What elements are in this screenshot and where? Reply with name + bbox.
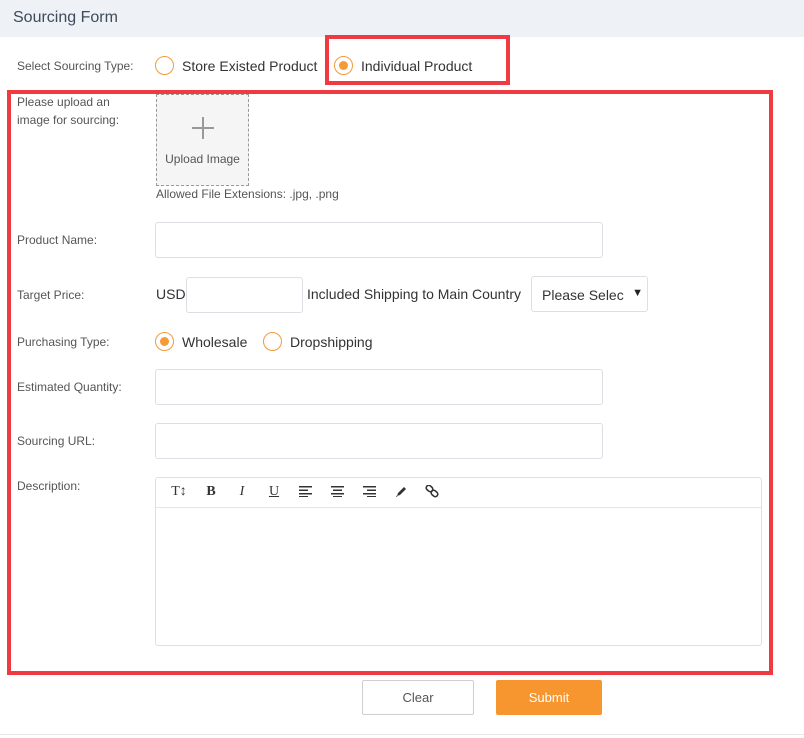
purchasing-type-label: Purchasing Type: [17, 335, 110, 349]
align-right-icon[interactable] [360, 484, 378, 497]
target-price-input[interactable] [186, 277, 303, 313]
caret-down-icon: ▼ [632, 287, 643, 299]
underline-icon[interactable]: U [265, 484, 283, 500]
radio-unchecked-icon [155, 56, 174, 75]
country-select[interactable]: Please Select ▼ [531, 276, 648, 312]
estimated-quantity-label: Estimated Quantity: [17, 380, 122, 394]
description-editor[interactable]: T↕ B I U [155, 477, 762, 646]
sourcing-type-label: Select Sourcing Type: [17, 59, 134, 73]
font-size-icon[interactable]: T↕ [170, 484, 188, 500]
clear-button[interactable]: Clear [362, 680, 474, 715]
highlight-box-sourcing-type [325, 35, 510, 85]
page-title: Sourcing Form [13, 9, 118, 26]
align-left-icon[interactable] [296, 484, 314, 497]
upload-label: Please upload an image for sourcing: [17, 95, 120, 127]
form-header: Sourcing Form [0, 0, 804, 37]
radio-wholesale[interactable]: Wholesale [155, 332, 247, 351]
divider [0, 734, 804, 735]
sourcing-url-label: Sourcing URL: [17, 434, 96, 448]
target-price-label: Target Price: [17, 288, 85, 302]
align-center-icon[interactable] [328, 484, 346, 497]
sourcing-url-input[interactable] [155, 423, 603, 459]
product-name-label: Product Name: [17, 233, 98, 247]
radio-unchecked-icon [263, 332, 282, 351]
submit-button[interactable]: Submit [496, 680, 602, 715]
radio-checked-icon [155, 332, 174, 351]
link-icon[interactable] [423, 484, 441, 498]
radio-label: Store Existed Product [182, 57, 318, 74]
bold-icon[interactable]: B [202, 484, 220, 500]
editor-toolbar: T↕ B I U [156, 478, 761, 508]
pen-icon[interactable] [392, 484, 410, 498]
radio-dropshipping[interactable]: Dropshipping [263, 332, 373, 351]
currency-label: USD [156, 286, 186, 302]
estimated-quantity-input[interactable] [155, 369, 603, 405]
upload-image-button[interactable]: Upload Image [156, 94, 249, 186]
plus-icon [192, 117, 214, 139]
shipping-text: Included Shipping to Main Country [307, 286, 522, 302]
radio-label: Wholesale [182, 333, 248, 350]
radio-label: Dropshipping [290, 333, 373, 350]
file-extension-hint: Allowed File Extensions: .jpg, .png [156, 187, 339, 201]
product-name-input[interactable] [155, 222, 603, 258]
radio-store-existed-product[interactable]: Store Existed Product [155, 56, 317, 75]
italic-icon[interactable]: I [233, 484, 251, 500]
description-label: Description: [17, 479, 81, 493]
select-value: Please Select [542, 287, 624, 303]
upload-button-label: Upload Image [165, 152, 240, 166]
